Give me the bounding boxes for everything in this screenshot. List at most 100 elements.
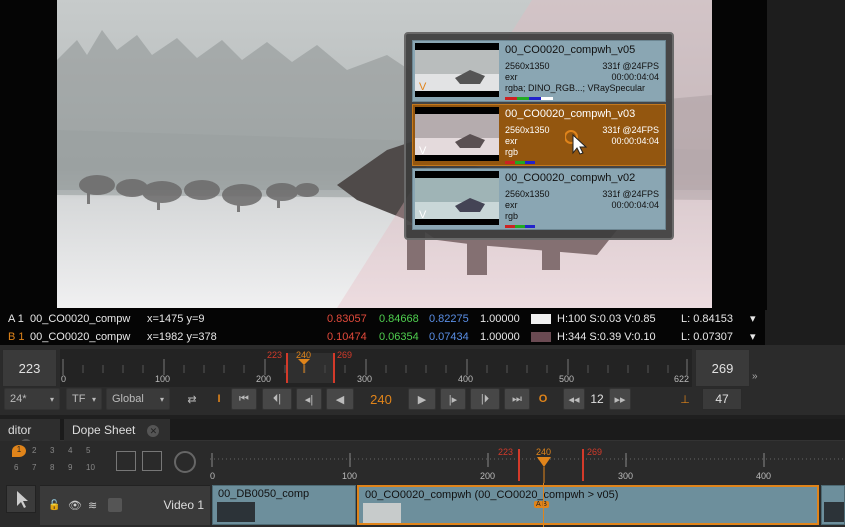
fps-dropdown[interactable]: 24* ▾ (4, 388, 60, 410)
layer-button[interactable]: 8 (50, 463, 54, 472)
version-item[interactable]: V 00_CO0020_compwh_v02 2560x1350 331f @2… (412, 168, 666, 230)
marker-button[interactable]: 1 (12, 445, 26, 457)
filter-view-icon[interactable] (142, 451, 162, 471)
info-dropdown-icon[interactable]: ▾ (750, 330, 756, 343)
layer-button[interactable]: 10 (86, 463, 95, 472)
version-format: exr (505, 72, 518, 82)
version-letter: V (419, 81, 427, 93)
blue-value-b: 0.07434 (429, 331, 469, 343)
end-frame-field[interactable]: 47 (702, 388, 742, 410)
ruler-tick-label: 0 (61, 374, 67, 384)
expand-chevron-icon[interactable]: » (752, 371, 758, 382)
playback-mode-icon[interactable]: ⇄ (178, 388, 206, 410)
green-value-a: 0.84668 (379, 313, 419, 325)
ruler-tick-label: 400 (458, 374, 474, 384)
ruler-tick-label: 500 (559, 374, 575, 384)
snap-toggle-icon[interactable] (174, 451, 196, 473)
step-forward-icon[interactable]: |▸ (440, 388, 466, 410)
playhead-line (543, 483, 544, 527)
select-tool-button[interactable] (6, 485, 36, 513)
in-frame-field[interactable]: 223 (2, 349, 57, 387)
ruler-tick-label: 200 (480, 471, 496, 481)
tab-dope-sheet[interactable]: Dope Sheet ✕ (64, 419, 170, 441)
viewer[interactable]: V 00_CO0020_compwh_v05 2560x1350 331f @2… (0, 0, 845, 310)
timebar: 223 223 240 269 0 100 200 300 400 500 62… (0, 345, 845, 415)
current-frame-field[interactable]: 240 (358, 388, 404, 410)
input-name-a: 00_CO0020_compw (30, 313, 131, 325)
clip-thumbnail (363, 503, 401, 523)
luma-value-a: L: 0.84153 (681, 313, 733, 325)
play-backward-icon[interactable]: ◀ (326, 388, 354, 410)
skip-back-icon[interactable]: ◂◂ (563, 388, 585, 410)
scope-dropdown[interactable]: Global ▾ (106, 388, 170, 410)
out-frame-field[interactable]: 269 (695, 349, 750, 387)
goto-start-icon[interactable]: ⏮ (231, 388, 257, 410)
layer-button[interactable]: 7 (32, 463, 36, 472)
clip-selected[interactable]: 00_CO0020_compwh (00_CO0020_compwh > v05… (357, 485, 819, 525)
version-item-selected[interactable]: V 00_CO0020_compwh_v03 2560x1350 331f @2… (412, 104, 666, 166)
lock-icon[interactable]: 🔓 (48, 500, 60, 511)
layer-button[interactable]: 9 (68, 463, 72, 472)
input-label-b: B 1 (8, 331, 25, 343)
layer-button[interactable]: 4 (68, 446, 72, 455)
version-item[interactable]: V 00_CO0020_compwh_v05 2560x1350 331f @2… (412, 40, 666, 102)
alpha-value-b: 1.00000 (480, 331, 520, 343)
version-popup[interactable]: V 00_CO0020_compwh_v05 2560x1350 331f @2… (404, 32, 674, 240)
skip-forward-icon[interactable]: ▸▸ (609, 388, 631, 410)
info-dropdown-icon[interactable]: ▾ (750, 312, 756, 325)
dope-ruler[interactable]: 223 240 269 0 100 200 300 400 (210, 445, 845, 483)
dope-ruler-graphic (210, 449, 845, 483)
luma-value-b: L: 0.07307 (681, 331, 733, 343)
input-name-b: 00_CO0020_compw (30, 331, 131, 343)
pixel-coords-a: x=1475 y=9 (147, 313, 205, 325)
visibility-eye-icon[interactable]: 👁 (68, 499, 82, 512)
close-icon[interactable]: ✕ (147, 425, 160, 437)
mouse-cursor-icon (565, 130, 588, 155)
channel-swatches (505, 97, 553, 100)
tf-value: TF (72, 393, 86, 405)
clip-thumbnail (217, 502, 255, 522)
green-value-b: 0.06354 (379, 331, 419, 343)
layer-button[interactable]: 6 (14, 463, 18, 472)
version-format: exr (505, 136, 518, 146)
version-letter: V (419, 209, 427, 221)
clip[interactable]: 00_DB0050_comp (212, 485, 356, 525)
grid-view-icon[interactable] (116, 451, 136, 471)
clip[interactable] (821, 485, 845, 525)
play-forward-icon[interactable]: ▶ (408, 388, 436, 410)
version-resolution: 2560x1350 (505, 61, 550, 71)
version-timecode: 00:00:04:04 (611, 200, 659, 210)
ab-badge: A B (534, 501, 549, 508)
set-in-point-icon[interactable]: I (208, 388, 230, 410)
red-value-a: 0.83057 (327, 313, 367, 325)
goto-end-icon[interactable]: ⏭ (504, 388, 530, 410)
layer-button[interactable]: 5 (86, 446, 90, 455)
tab-label: Dope Sheet (72, 423, 136, 437)
clip-label: 00_DB0050_comp (218, 488, 310, 500)
step-increment-field[interactable]: 12 (586, 388, 608, 410)
version-name: 00_CO0020_compwh_v02 (505, 172, 636, 184)
layers-icon[interactable]: ≋ (88, 499, 97, 512)
version-thumbnail: V (415, 171, 499, 225)
step-back-icon[interactable]: ◂| (296, 388, 322, 410)
layer-button[interactable]: 3 (50, 446, 54, 455)
tf-dropdown[interactable]: TF ▾ (66, 388, 102, 410)
track-header[interactable]: 🔓 👁 ≋ Video 1 (40, 485, 210, 525)
version-name: 00_CO0020_compwh_v05 (505, 44, 636, 56)
track-color-icon[interactable] (108, 498, 122, 512)
next-keyframe-icon[interactable]: |⏵ (470, 388, 500, 410)
loop-range-icon[interactable]: ⊥ (672, 388, 698, 410)
info-row-a: A 1 00_CO0020_compw x=1475 y=9 0.83057 0… (0, 310, 765, 328)
clip-thumbnail (824, 502, 844, 522)
alpha-value-a: 1.00000 (480, 313, 520, 325)
tab-editor[interactable]: ditor✕ (0, 419, 60, 451)
frame-ruler[interactable]: 223 240 269 0 100 200 300 400 500 622 (60, 349, 692, 387)
prev-keyframe-icon[interactable]: ⏴| (262, 388, 292, 410)
out-marker-label: 269 (337, 350, 353, 360)
color-swatch-a (531, 314, 551, 324)
layer-button[interactable]: 2 (32, 446, 36, 455)
set-out-point-icon[interactable]: O (533, 388, 553, 410)
pixel-coords-b: x=1982 y=378 (147, 331, 217, 343)
version-format: exr (505, 200, 518, 210)
ruler-tick-label: 622 (674, 374, 690, 384)
